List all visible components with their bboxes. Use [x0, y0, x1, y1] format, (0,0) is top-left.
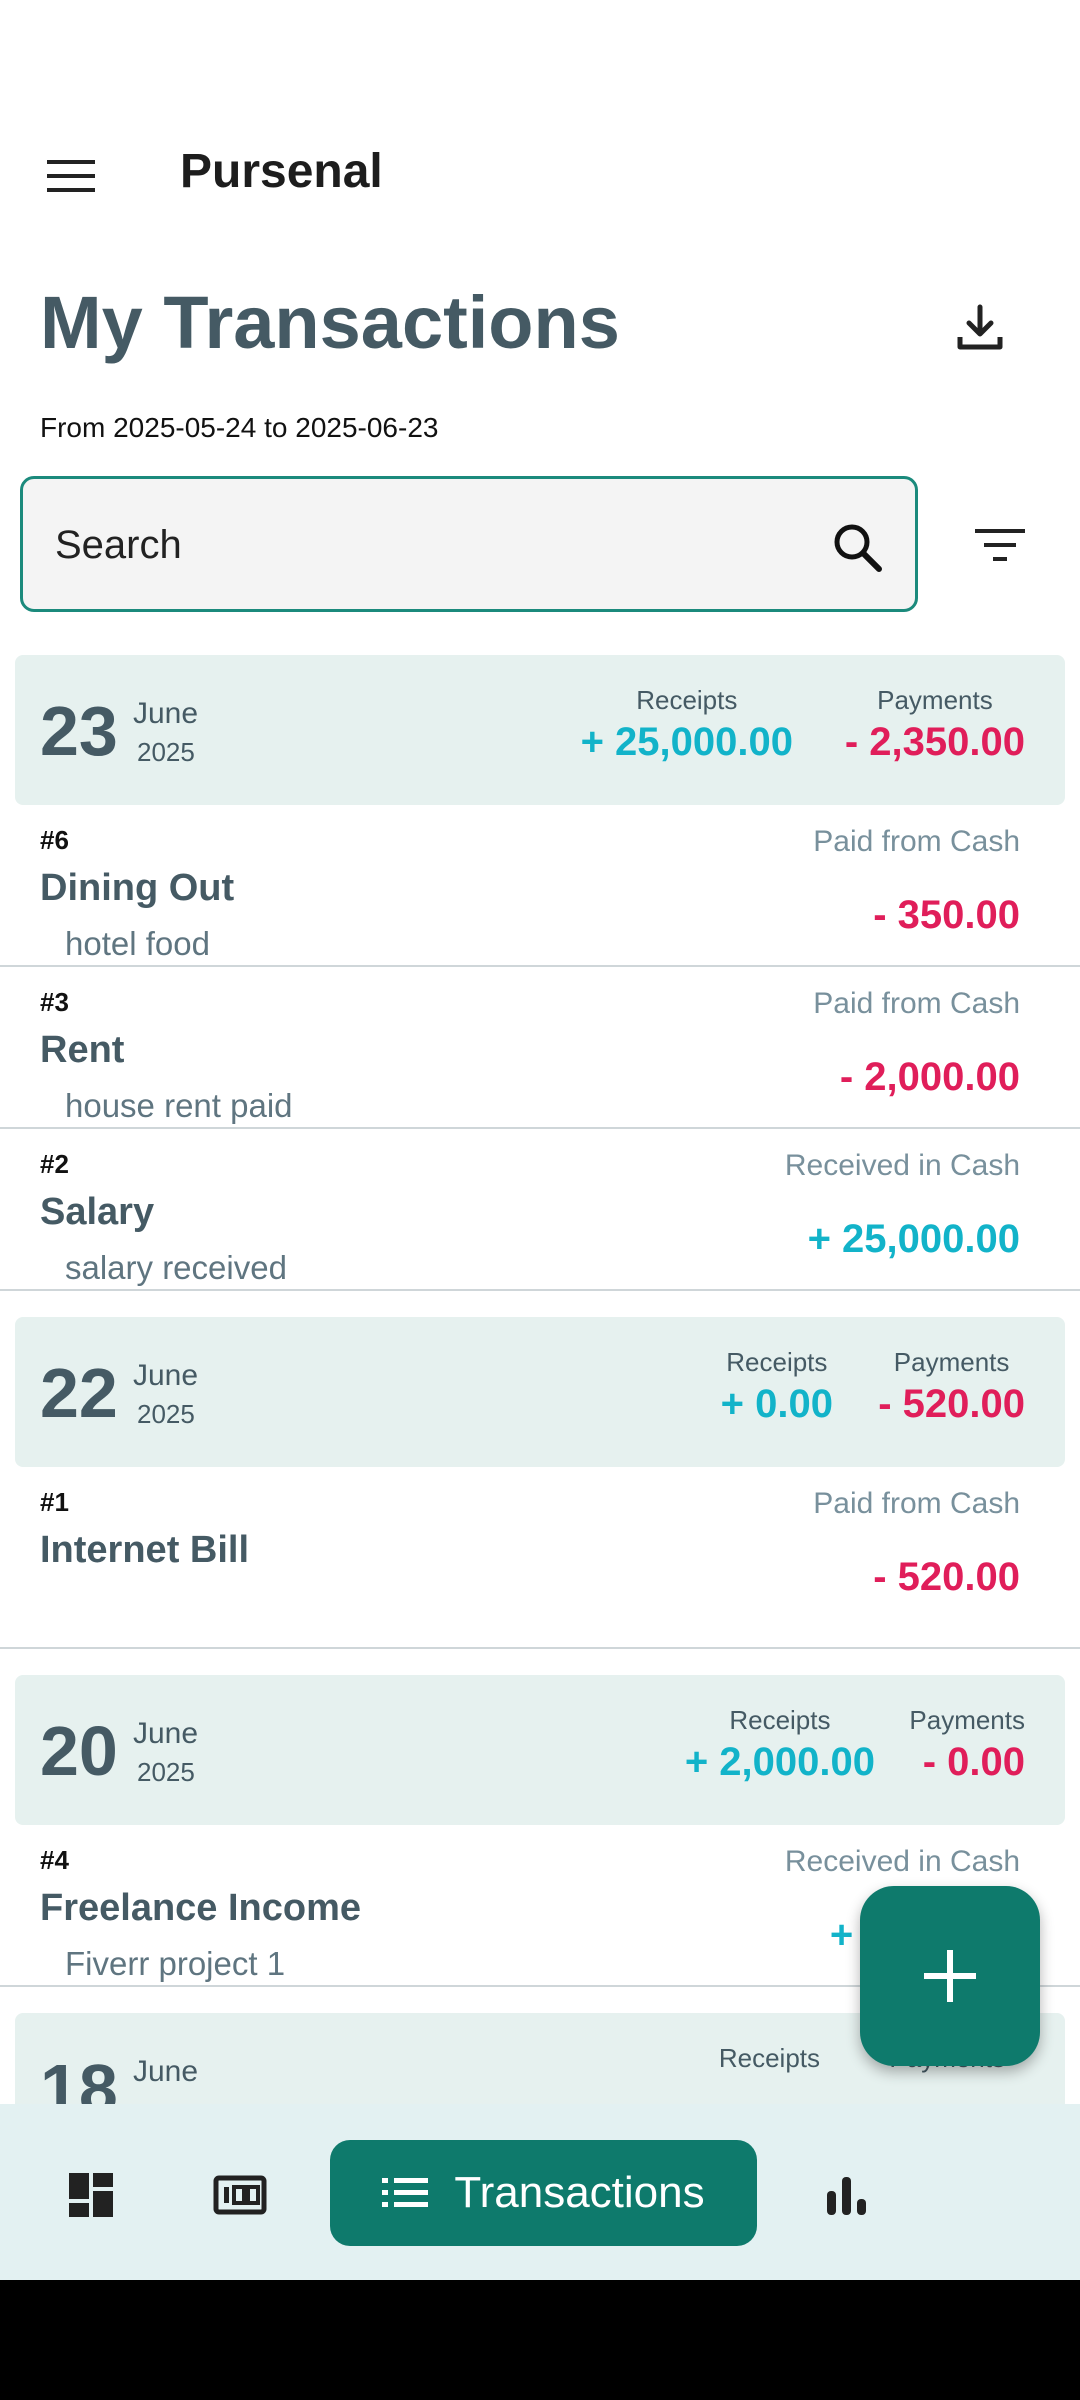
transaction-id: #2: [40, 1149, 69, 1179]
receipts-summary: Receipts + 0.00: [721, 1347, 833, 1427]
receipts-total: + 25,000.00: [580, 720, 793, 764]
day-year: 2025: [137, 737, 195, 767]
add-transaction-button[interactable]: [860, 1886, 1040, 2066]
transaction-category: Internet Bill: [40, 1529, 250, 1571]
transaction-note: salary received: [65, 1249, 287, 1286]
transaction-amount: - 350.00: [873, 893, 1020, 937]
download-button[interactable]: [940, 288, 1020, 368]
date-range-label: From 2025-05-24 to 2025-06-23: [40, 412, 439, 443]
day-year: 2025: [137, 1757, 195, 1787]
receipts-summary: Receipts: [719, 2043, 820, 2074]
day-number: 20: [40, 1712, 118, 1790]
transaction-id: #4: [40, 1845, 69, 1875]
nav-reports[interactable]: [812, 2160, 882, 2230]
day-header: 22 June 2025 Receipts + 0.00 Payments - …: [15, 1317, 1065, 1467]
transaction-item[interactable]: #6 Dining Out hotel food Paid from Cash …: [0, 805, 1080, 967]
transaction-item[interactable]: #1 Internet Bill Paid from Cash - 520.00: [0, 1467, 1080, 1649]
transaction-id: #1: [40, 1487, 69, 1517]
transaction-method: Paid from Cash: [813, 825, 1020, 858]
payments-total: - 520.00: [878, 1382, 1025, 1426]
plus-icon: [924, 1950, 976, 2002]
transaction-category: Salary: [40, 1191, 155, 1233]
nav-transactions-label: Transactions: [454, 2168, 705, 2217]
transaction-amount: - 520.00: [873, 1555, 1020, 1599]
page-title: My Transactions: [40, 281, 620, 364]
dashboard-icon: [69, 2173, 113, 2217]
transaction-note: hotel food: [65, 925, 210, 962]
search-icon[interactable]: [829, 519, 885, 575]
transaction-method: Received in Cash: [784, 1845, 1020, 1878]
hamburger-menu-icon: [47, 160, 95, 192]
transaction-id: #6: [40, 825, 69, 855]
transaction-amount: - 2,000.00: [839, 1055, 1020, 1099]
nav-transactions[interactable]: Transactions: [330, 2140, 757, 2246]
search-box: [20, 476, 918, 612]
day-header: 20 June 2025 Receipts + 2,000.00 Payment…: [15, 1675, 1065, 1825]
payments-total: - 0.00: [922, 1740, 1025, 1784]
transaction-id: #3: [40, 987, 69, 1017]
day-number: 18: [40, 2050, 118, 2105]
day-year: 2025: [137, 1399, 195, 1429]
receipts-total: + 2,000.00: [684, 1740, 875, 1784]
bottom-navigation: Transactions: [0, 2104, 1080, 2280]
transaction-category: Freelance Income: [40, 1887, 362, 1929]
payments-label: Payments: [893, 1347, 1010, 1377]
receipts-total: + 0.00: [720, 1382, 833, 1426]
list-icon: [382, 2178, 429, 2207]
system-navigation-bar: [0, 2280, 1080, 2400]
bar-chart-icon: [827, 2177, 866, 2215]
payments-label: Payments: [909, 1705, 1025, 1735]
receipts-summary: Receipts + 25,000.00: [581, 685, 793, 765]
payments-total: - 2,350.00: [844, 720, 1025, 764]
transaction-method: Received in Cash: [784, 1149, 1020, 1182]
nav-counter[interactable]: [205, 2160, 275, 2230]
receipts-label: Receipts: [726, 1347, 828, 1377]
transaction-item[interactable]: #2 Salary salary received Received in Ca…: [0, 1129, 1080, 1291]
payments-summary: Payments - 0.00: [909, 1705, 1025, 1785]
transaction-method: Paid from Cash: [813, 987, 1020, 1020]
day-month: June: [133, 2055, 199, 2088]
day-month: June: [133, 1717, 199, 1750]
app-title: Pursenal: [180, 145, 383, 198]
search-input[interactable]: [53, 479, 817, 611]
filter-button[interactable]: [960, 510, 1040, 580]
nav-dashboard[interactable]: [56, 2160, 126, 2230]
counter-icon: [213, 2175, 267, 2215]
day-number: 22: [40, 1354, 118, 1432]
filter-icon: [975, 529, 1025, 561]
payments-summary: Payments - 520.00: [878, 1347, 1025, 1427]
transaction-item[interactable]: #3 Rent house rent paid Paid from Cash -…: [0, 967, 1080, 1129]
menu-button[interactable]: [36, 148, 106, 204]
transaction-amount: + 25,000.00: [807, 1217, 1020, 1261]
day-month: June: [133, 1359, 199, 1392]
app-bar: Pursenal: [0, 120, 1080, 230]
receipts-label: Receipts: [729, 1705, 831, 1735]
receipts-label: Receipts: [718, 2043, 820, 2073]
day-month: June: [133, 697, 199, 730]
transaction-note: house rent paid: [65, 1087, 293, 1124]
day-header: 23 June 2025 Receipts + 25,000.00 Paymen…: [15, 655, 1065, 805]
day-number: 23: [40, 692, 118, 770]
receipts-label: Receipts: [636, 685, 738, 715]
payments-label: Payments: [877, 685, 993, 715]
transaction-category: Rent: [40, 1029, 125, 1071]
transaction-method: Paid from Cash: [813, 1487, 1020, 1520]
download-icon: [957, 304, 1003, 350]
payments-summary: Payments - 2,350.00: [845, 685, 1025, 765]
transaction-category: Dining Out: [40, 867, 235, 909]
transaction-note: Fiverr project 1: [65, 1945, 286, 1982]
receipts-summary: Receipts + 2,000.00: [685, 1705, 875, 1785]
